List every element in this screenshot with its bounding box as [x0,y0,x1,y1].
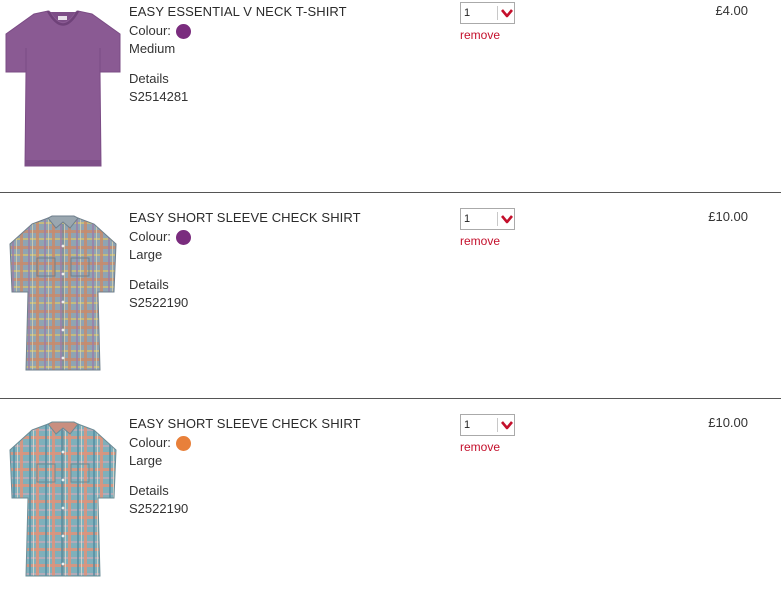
product-title[interactable]: EASY SHORT SLEEVE CHECK SHIRT [129,415,361,433]
divider [0,398,781,399]
size-value: Large [129,453,163,468]
chevron-down-icon[interactable] [500,212,514,226]
item-price: £10.00 [708,209,748,224]
size-value: Large [129,247,163,262]
basket-item: EASY SHORT SLEEVE CHECK SHIRT Colour: La… [0,412,783,595]
remove-link[interactable]: remove [460,440,500,454]
chevron-down-icon[interactable] [500,418,514,432]
product-info: EASY ESSENTIAL V NECK T-SHIRT Colour: Me… [129,3,347,106]
colour-swatch [175,435,191,451]
remove-link[interactable]: remove [460,234,500,248]
quantity-value: 1 [464,213,471,225]
divider [0,192,781,193]
chevron-down-icon[interactable] [500,6,514,20]
quantity-select[interactable]: 1 [460,414,515,436]
product-info: EASY SHORT SLEEVE CHECK SHIRT Colour: La… [129,415,361,518]
colour-swatch [175,229,191,245]
product-code: S2522190 [129,501,189,516]
basket-item: EASY ESSENTIAL V NECK T-SHIRT Colour: Me… [0,0,783,206]
quantity-value: 1 [464,7,471,19]
item-price: £10.00 [708,415,748,430]
product-image-tshirt[interactable] [4,8,122,170]
product-image-check-shirt[interactable] [4,214,122,376]
size-value: Medium [129,41,176,56]
colour-row: Colour: [129,22,347,40]
colour-label: Colour: [129,229,171,244]
quantity-select[interactable]: 1 [460,208,515,230]
product-title[interactable]: EASY SHORT SLEEVE CHECK SHIRT [129,209,361,227]
basket-item: EASY SHORT SLEEVE CHECK SHIRT Colour: La… [0,206,783,412]
details-label: Details [129,277,169,292]
colour-label: Colour: [129,23,171,38]
colour-row: Colour: [129,228,361,246]
colour-label: Colour: [129,435,171,450]
product-info: EASY SHORT SLEEVE CHECK SHIRT Colour: La… [129,209,361,312]
colour-row: Colour: [129,434,361,452]
remove-link[interactable]: remove [460,28,500,42]
details-label: Details [129,483,169,498]
quantity-divider [497,6,498,20]
colour-swatch [175,23,191,39]
product-code: S2522190 [129,295,189,310]
quantity-value: 1 [464,419,471,431]
basket-list: EASY ESSENTIAL V NECK T-SHIRT Colour: Me… [0,0,783,595]
product-title[interactable]: EASY ESSENTIAL V NECK T-SHIRT [129,3,347,21]
item-price: £4.00 [715,3,748,18]
product-code: S2514281 [129,89,189,104]
quantity-select[interactable]: 1 [460,2,515,24]
quantity-divider [497,418,498,432]
product-image-check-shirt[interactable] [4,420,122,582]
details-label: Details [129,71,169,86]
quantity-divider [497,212,498,226]
